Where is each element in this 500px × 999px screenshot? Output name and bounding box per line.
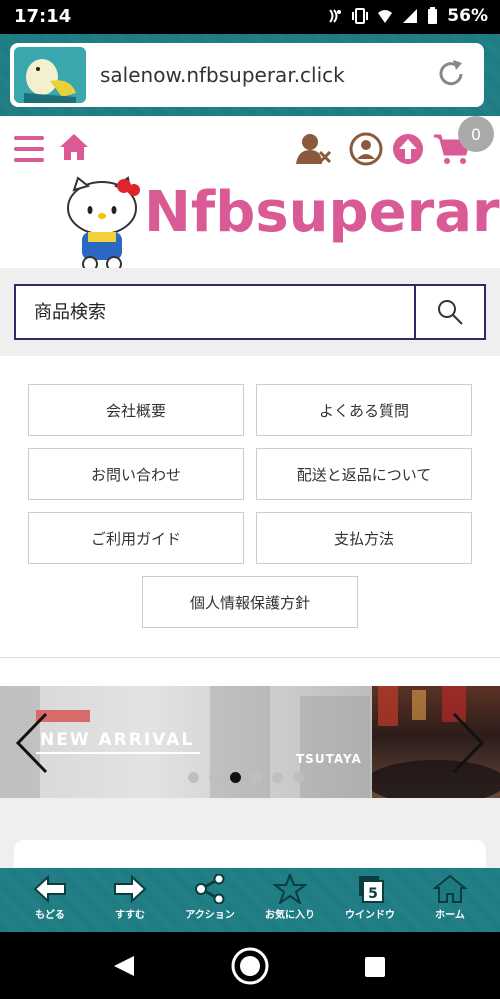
toolbar-home-button[interactable]: ホーム <box>410 874 490 930</box>
toolbar-favorites-button[interactable]: お気に入り <box>250 874 330 930</box>
carousel-prev-icon[interactable] <box>14 712 50 774</box>
status-icons: 56% <box>327 6 488 26</box>
banner-underline <box>36 752 200 754</box>
link-company[interactable]: 会社概要 <box>28 384 244 436</box>
recents-square-icon[interactable] <box>364 956 386 978</box>
toolbar-window-button[interactable]: 5 ウインドウ <box>330 874 410 930</box>
search-form <box>14 284 486 340</box>
carousel-dot[interactable] <box>293 772 304 783</box>
toolbar-forward-label: すすむ <box>115 910 145 921</box>
system-nav-bar <box>0 932 500 999</box>
toolbar-back-label: もどる <box>35 910 65 921</box>
toolbar-forward-button[interactable]: すすむ <box>90 874 170 930</box>
banner-title: NEW ARRIVAL <box>40 730 195 750</box>
battery-icon <box>428 7 438 24</box>
house-icon <box>433 874 467 903</box>
link-privacy[interactable]: 個人情報保護方針 <box>142 576 358 628</box>
arrow-right-icon <box>114 874 147 904</box>
banner-slide[interactable]: NEW ARRIVAL TSUTAYA <box>0 686 372 798</box>
home-icon[interactable] <box>58 132 90 162</box>
home-circle-icon[interactable] <box>230 946 270 986</box>
status-time: 17:14 <box>14 6 72 27</box>
wifi-icon <box>378 10 393 23</box>
star-icon <box>273 874 307 904</box>
search-button[interactable] <box>414 286 484 338</box>
account-icon[interactable] <box>348 132 384 166</box>
scroll-top-icon[interactable] <box>390 132 426 166</box>
browser-toolbar: もどる すすむ アクション お気に入り 5 ウインドウ ホーム <box>0 868 500 932</box>
reload-icon[interactable] <box>434 57 468 91</box>
window-icon: 5 <box>359 876 384 903</box>
url-bar[interactable]: salenow.nfbsuperar.click <box>10 43 484 107</box>
carousel-dot[interactable] <box>272 772 283 783</box>
toolbar-action-button[interactable]: アクション <box>170 874 250 930</box>
info-links: 会社概要 よくある質問 お問い合わせ 配送と返品について ご利用ガイド 支払方法… <box>0 356 500 658</box>
banner-carousel[interactable]: NEW ARRIVAL TSUTAYA <box>0 686 500 798</box>
cart-count-badge[interactable]: 0 <box>458 116 494 152</box>
signal-icon <box>403 9 418 23</box>
toolbar-favorites-label: お気に入り <box>265 910 315 921</box>
arrow-left-icon <box>33 874 66 904</box>
search-section <box>0 268 500 356</box>
link-guide[interactable]: ご利用ガイド <box>28 512 244 564</box>
url-text[interactable]: salenow.nfbsuperar.click <box>100 63 345 87</box>
carousel-dot[interactable] <box>251 772 262 783</box>
vibrate-icon <box>352 8 369 24</box>
nfc-icon <box>329 9 342 23</box>
link-shipping-returns[interactable]: 配送と返品について <box>256 448 472 500</box>
logo-text: Nfbsuperar <box>144 180 500 245</box>
user-remove-icon[interactable] <box>296 132 332 166</box>
menu-icon[interactable] <box>14 136 44 162</box>
link-faq[interactable]: よくある質問 <box>256 384 472 436</box>
carousel-next-icon[interactable] <box>450 712 486 774</box>
battery-percent: 56% <box>447 6 488 26</box>
site-logo[interactable]: Nfbsuperar <box>60 176 500 270</box>
share-icon <box>195 874 225 904</box>
site-favicon-icon <box>14 47 86 103</box>
store-sign-text: TSUTAYA <box>296 752 362 766</box>
back-triangle-icon[interactable] <box>112 954 136 978</box>
carousel-dot-active[interactable] <box>230 772 241 783</box>
carousel-dots <box>188 772 304 783</box>
toolbar-back-button[interactable]: もどる <box>10 874 90 930</box>
toolbar-window-label: ウインドウ <box>345 910 395 921</box>
content-area <box>0 798 500 880</box>
window-count: 5 <box>368 886 378 902</box>
kitty-mascot-icon <box>67 176 140 270</box>
toolbar-home-label: ホーム <box>435 910 465 921</box>
carousel-dot[interactable] <box>209 772 220 783</box>
carousel-dot[interactable] <box>188 772 199 783</box>
link-payment[interactable]: 支払方法 <box>256 512 472 564</box>
toolbar-action-label: アクション <box>185 910 235 921</box>
search-input[interactable] <box>16 286 416 338</box>
link-contact[interactable]: お問い合わせ <box>28 448 244 500</box>
status-bar: 17:14 56% <box>0 0 500 34</box>
browser-bar: salenow.nfbsuperar.click <box>0 34 500 116</box>
search-icon <box>438 300 463 325</box>
